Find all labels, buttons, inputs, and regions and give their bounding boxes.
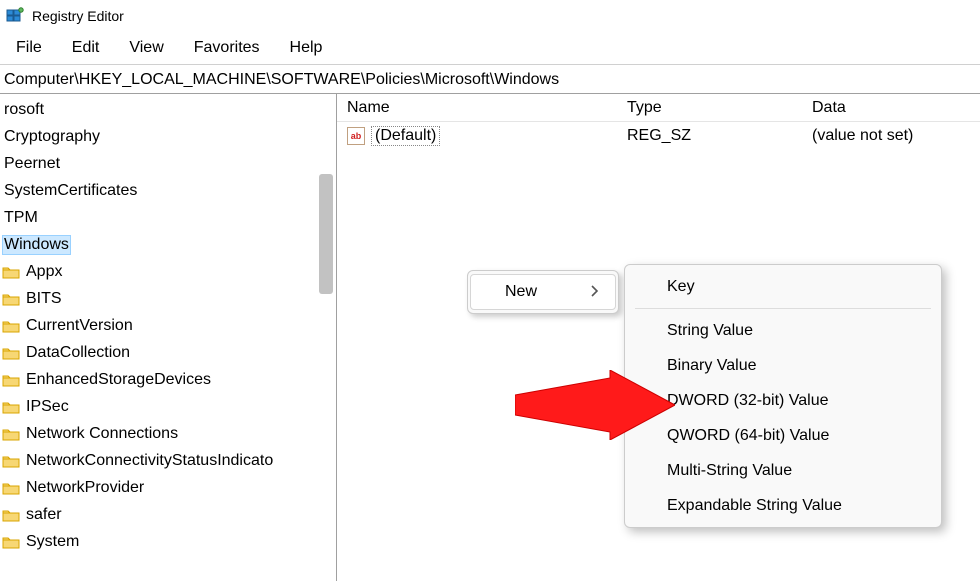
column-header-data[interactable]: Data: [802, 95, 980, 121]
tree-item[interactable]: safer: [0, 501, 336, 528]
address-bar[interactable]: Computer\HKEY_LOCAL_MACHINE\SOFTWARE\Pol…: [0, 64, 980, 94]
context-item-label: Binary Value: [667, 357, 757, 375]
titlebar: Registry Editor: [0, 0, 980, 32]
tree-item[interactable]: CurrentVersion: [0, 312, 336, 339]
context-item-label: Multi-String Value: [667, 462, 792, 480]
context-item-label: New: [505, 283, 537, 301]
context-item-dword[interactable]: DWORD (32-bit) Value: [625, 383, 941, 418]
folder-icon: [2, 400, 20, 414]
tree-item-label: rosoft: [2, 101, 46, 119]
context-item-label: DWORD (32-bit) Value: [667, 392, 829, 410]
list-row[interactable]: ab (Default) REG_SZ (value not set): [337, 122, 980, 150]
regedit-icon: [6, 7, 24, 25]
context-item-label: Key: [667, 278, 695, 296]
tree-pane: rosoft Cryptography Peernet SystemCertifica…: [0, 94, 337, 581]
tree-item[interactable]: Appx: [0, 258, 336, 285]
tree-item-label: Windows: [2, 235, 71, 255]
folder-icon: [2, 508, 20, 522]
tree-item-label: EnhancedStorageDevices: [24, 371, 213, 389]
tree-item-label: Network Connections: [24, 425, 180, 443]
tree-item[interactable]: NetworkConnectivityStatusIndicato: [0, 447, 336, 474]
context-menu: New: [467, 270, 619, 314]
tree-scrollbar[interactable]: [319, 174, 333, 294]
tree-item-label: Peernet: [2, 155, 62, 173]
context-item-key[interactable]: Key: [625, 269, 941, 304]
window-title: Registry Editor: [32, 8, 124, 24]
menu-view[interactable]: View: [115, 35, 177, 61]
tree-item[interactable]: Cryptography: [0, 123, 336, 150]
tree-item-label: Appx: [24, 263, 64, 281]
tree-item-label: IPSec: [24, 398, 71, 416]
menu-edit[interactable]: Edit: [58, 35, 114, 61]
tree-item[interactable]: DataCollection: [0, 339, 336, 366]
column-header-name[interactable]: Name: [337, 95, 617, 121]
string-value-icon: ab: [347, 127, 365, 145]
tree-item-label: TPM: [2, 209, 40, 227]
tree-item-label: CurrentVersion: [24, 317, 135, 335]
folder-icon: [2, 481, 20, 495]
tree-item[interactable]: IPSec: [0, 393, 336, 420]
menu-file[interactable]: File: [2, 35, 56, 61]
tree-item[interactable]: Network Connections: [0, 420, 336, 447]
menu-favorites[interactable]: Favorites: [180, 35, 274, 61]
tree-item-label: DataCollection: [24, 344, 132, 362]
folder-icon: [2, 373, 20, 387]
folder-icon: [2, 535, 20, 549]
tree-item[interactable]: Windows: [0, 231, 336, 258]
tree-item[interactable]: TPM: [0, 204, 336, 231]
folder-icon: [2, 427, 20, 441]
menu-help[interactable]: Help: [276, 35, 337, 61]
value-name: (Default): [371, 126, 440, 146]
context-item-multistring[interactable]: Multi-String Value: [625, 453, 941, 488]
tree-item[interactable]: SystemCertificates: [0, 177, 336, 204]
tree-item-label: Cryptography: [2, 128, 102, 146]
tree-item-label: NetworkProvider: [24, 479, 146, 497]
column-header-type[interactable]: Type: [617, 95, 802, 121]
tree-item[interactable]: BITS: [0, 285, 336, 312]
folder-icon: [2, 292, 20, 306]
tree-item-label: BITS: [24, 290, 64, 308]
value-data: (value not set): [802, 127, 980, 145]
context-item-label: QWORD (64-bit) Value: [667, 427, 829, 445]
tree-item-label: safer: [24, 506, 64, 524]
tree-item[interactable]: rosoft: [0, 96, 336, 123]
chevron-right-icon: [591, 285, 599, 300]
context-item-label: String Value: [667, 322, 753, 340]
tree-item[interactable]: Peernet: [0, 150, 336, 177]
list-header: Name Type Data: [337, 94, 980, 122]
menu-separator: [635, 308, 931, 309]
context-item-label: Expandable String Value: [667, 497, 842, 515]
folder-icon: [2, 265, 20, 279]
context-item-binary[interactable]: Binary Value: [625, 348, 941, 383]
context-item-new[interactable]: New: [470, 274, 616, 310]
tree-item[interactable]: EnhancedStorageDevices: [0, 366, 336, 393]
context-item-string[interactable]: String Value: [625, 313, 941, 348]
tree-item-label: SystemCertificates: [2, 182, 139, 200]
tree-item-label: NetworkConnectivityStatusIndicato: [24, 452, 275, 470]
folder-icon: [2, 319, 20, 333]
folder-icon: [2, 454, 20, 468]
tree-item-label: System: [24, 533, 81, 551]
context-item-expandablestring[interactable]: Expandable String Value: [625, 488, 941, 523]
menubar: File Edit View Favorites Help: [0, 32, 980, 64]
folder-icon: [2, 346, 20, 360]
context-submenu-new: Key String Value Binary Value DWORD (32-…: [624, 264, 942, 528]
tree-item[interactable]: NetworkProvider: [0, 474, 336, 501]
tree-item[interactable]: System: [0, 528, 336, 555]
value-type: REG_SZ: [617, 127, 802, 145]
context-item-qword[interactable]: QWORD (64-bit) Value: [625, 418, 941, 453]
